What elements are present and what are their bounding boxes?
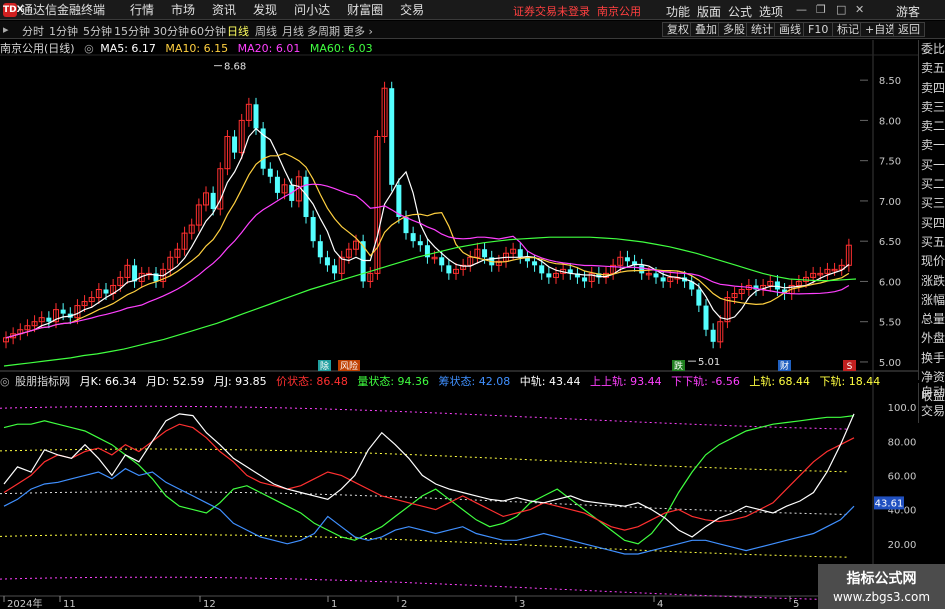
indicator-tick-label: 20.00 bbox=[888, 540, 917, 551]
quote-field-label: 涨幅 bbox=[921, 292, 945, 307]
candle-body bbox=[624, 257, 630, 262]
quote-field-label: 卖二 bbox=[921, 119, 945, 134]
quote-field-label: 总量 bbox=[921, 312, 945, 327]
candle-body bbox=[396, 184, 402, 218]
candle-body bbox=[660, 277, 666, 282]
candle-body bbox=[710, 329, 716, 342]
quote-field-label: 卖四 bbox=[921, 80, 945, 95]
price-tick-label: 8.00 bbox=[879, 116, 901, 127]
price-tick-label: 6.00 bbox=[879, 277, 901, 288]
candle-body bbox=[546, 273, 552, 278]
quote-field-label: 买一 bbox=[921, 157, 945, 172]
candle-body bbox=[389, 88, 395, 185]
candle-body bbox=[417, 241, 423, 246]
candle-body bbox=[46, 317, 52, 322]
candle-body bbox=[232, 136, 238, 153]
time-axis-label: 12 bbox=[203, 599, 216, 609]
time-axis-label: 4 bbox=[657, 599, 663, 609]
auto-trade-label[interactable]: 自动 bbox=[919, 383, 945, 402]
candle-body bbox=[446, 265, 452, 274]
time-axis-label: 11 bbox=[63, 599, 76, 609]
candle-body bbox=[517, 249, 523, 258]
monthly-k-line bbox=[3, 413, 855, 538]
candle-body bbox=[210, 192, 216, 209]
candle-body bbox=[696, 289, 702, 306]
candle-body bbox=[410, 233, 416, 242]
auto-trade-panel: 自动 交易 bbox=[918, 383, 945, 423]
quote-field-label: 外盘 bbox=[921, 331, 945, 346]
candle-body bbox=[532, 261, 538, 266]
low-price-label: 5.01 bbox=[698, 357, 720, 368]
event-marker-label: 除 bbox=[320, 360, 329, 372]
candle-body bbox=[360, 241, 366, 282]
watermark-title: 指标公式网 bbox=[846, 571, 917, 587]
event-marker-label: S bbox=[847, 362, 853, 372]
price-tick-label: 7.50 bbox=[879, 157, 901, 168]
price-tick-label: 8.50 bbox=[879, 76, 901, 87]
upper-upper-band bbox=[0, 405, 849, 430]
indicator-current-value: 43.61 bbox=[875, 498, 904, 509]
quote-field-label: 涨跌 bbox=[921, 273, 945, 288]
quote-field-label: 买五 bbox=[921, 234, 945, 249]
event-marker-label: 风险 bbox=[340, 360, 358, 372]
indicator-tick-label: 100.0 bbox=[888, 403, 917, 414]
candle-body bbox=[703, 305, 709, 330]
candle-body bbox=[332, 265, 338, 274]
time-axis-label: 5 bbox=[793, 599, 799, 609]
candle-body bbox=[103, 289, 109, 294]
candle-body bbox=[310, 217, 316, 242]
candle-body bbox=[439, 257, 445, 266]
candle-body bbox=[274, 176, 280, 193]
ma60-line bbox=[3, 236, 857, 367]
lower-band bbox=[0, 534, 849, 558]
quote-field-label: 卖一 bbox=[921, 138, 945, 153]
candle-body bbox=[403, 217, 409, 234]
price-tick-label: 7.00 bbox=[879, 197, 901, 208]
candle-body bbox=[639, 265, 645, 274]
event-marker-label: 跌 bbox=[674, 361, 683, 372]
candle-body bbox=[482, 249, 488, 258]
time-axis-label: 2 bbox=[401, 599, 407, 609]
price-tick-label: 5.50 bbox=[879, 318, 901, 329]
watermark-url: www.zbgs3.com bbox=[832, 590, 931, 604]
time-axis-label: 3 bbox=[519, 599, 525, 609]
high-price-label: 8.68 bbox=[224, 62, 246, 73]
candle-body bbox=[324, 257, 330, 266]
indicator-tick-label: 60.00 bbox=[888, 471, 917, 482]
quote-field-label: 卖三 bbox=[921, 99, 945, 114]
candle-body bbox=[267, 168, 273, 177]
candle-body bbox=[253, 104, 259, 129]
auto-trade-label[interactable]: 交易 bbox=[919, 402, 945, 421]
event-marker-label: 财 bbox=[780, 360, 789, 372]
ma5-line bbox=[5, 127, 850, 339]
price-state-line bbox=[3, 423, 855, 531]
quote-field-label: 买三 bbox=[921, 196, 945, 211]
time-axis-label: 2024年 bbox=[7, 597, 42, 609]
candle-body bbox=[317, 241, 323, 258]
price-tick-label: 6.50 bbox=[879, 237, 901, 248]
quote-field-label: 买二 bbox=[921, 177, 945, 192]
candle-body bbox=[582, 277, 588, 282]
quote-field-label: 买四 bbox=[921, 215, 945, 230]
candle-body bbox=[539, 265, 545, 274]
indicator-tick-label: 80.00 bbox=[888, 437, 917, 448]
quote-field-label: 卖五 bbox=[921, 61, 945, 76]
price-tick-label: 5.00 bbox=[879, 358, 901, 369]
quote-field-label: 换手 bbox=[921, 350, 945, 365]
time-axis-label: 1 bbox=[331, 599, 337, 609]
quote-panel: 委比 卖五 卖四 卖三 卖二 卖一 买一 买二 买三 买四 买五 现价 涨跌 涨幅 总量 外盘 换手 净资 收益 bbox=[918, 40, 945, 403]
chart-area[interactable]: 8.50 8.00 7.50 7.00 6.50 6.00 5.50 5.00 100.0 80.… bbox=[0, 0, 918, 609]
watermark: 指标公式网 www.zbgs3.com bbox=[818, 564, 945, 609]
candle-body bbox=[774, 281, 780, 290]
upper-band bbox=[0, 448, 849, 473]
candle-body bbox=[60, 309, 66, 314]
quote-field-label: 委比 bbox=[921, 42, 945, 56]
candle-body bbox=[653, 273, 659, 278]
quote-field-label: 现价 bbox=[921, 254, 945, 269]
